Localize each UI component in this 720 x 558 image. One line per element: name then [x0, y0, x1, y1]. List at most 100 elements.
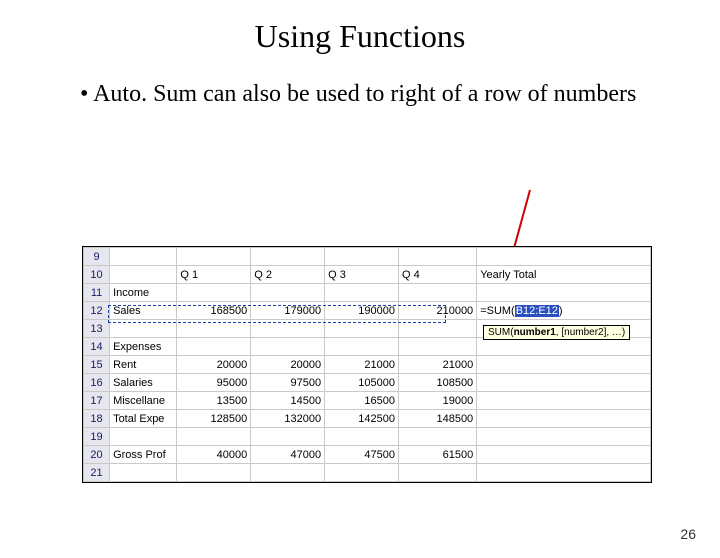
cell[interactable] [325, 320, 399, 338]
cell[interactable]: 20000 [177, 356, 251, 374]
cell-sales-q3[interactable]: 190000 [325, 302, 399, 320]
table-row: 17 Miscellane 13500 14500 16500 19000 [84, 392, 651, 410]
cell[interactable] [325, 284, 399, 302]
cell[interactable]: 148500 [398, 410, 476, 428]
label-misc[interactable]: Miscellane [110, 392, 177, 410]
cell[interactable] [177, 248, 251, 266]
cell[interactable]: 105000 [325, 374, 399, 392]
cell[interactable] [398, 338, 476, 356]
row-header[interactable]: 12 [84, 302, 110, 320]
label-rent[interactable]: Rent [110, 356, 177, 374]
row-header[interactable]: 14 [84, 338, 110, 356]
cell[interactable] [477, 356, 651, 374]
cell[interactable] [398, 464, 476, 482]
spreadsheet-grid[interactable]: 9 10 Q 1 Q 2 Q 3 Q 4 Yearly Total 11 Inc… [83, 247, 651, 482]
cell[interactable] [110, 248, 177, 266]
col-header-q1[interactable]: Q 1 [177, 266, 251, 284]
cell[interactable] [477, 284, 651, 302]
table-row: 9 [84, 248, 651, 266]
table-row: 12 Sales 168500 179000 190000 210000 =SU… [84, 302, 651, 320]
row-header[interactable]: 20 [84, 446, 110, 464]
cell[interactable]: 97500 [251, 374, 325, 392]
cell-sales-q1[interactable]: 168500 [177, 302, 251, 320]
cell[interactable]: 128500 [177, 410, 251, 428]
label-income[interactable]: Income [110, 284, 177, 302]
row-header[interactable]: 21 [84, 464, 110, 482]
row-header[interactable]: 15 [84, 356, 110, 374]
cell[interactable]: 47500 [325, 446, 399, 464]
cell[interactable]: 20000 [251, 356, 325, 374]
cell[interactable] [398, 320, 476, 338]
cell[interactable] [110, 428, 177, 446]
cell[interactable] [177, 338, 251, 356]
cell[interactable]: 16500 [325, 392, 399, 410]
cell[interactable] [325, 248, 399, 266]
cell[interactable] [110, 464, 177, 482]
formula-cell[interactable]: =SUM(B12:E12) [477, 302, 651, 320]
cell[interactable] [477, 410, 651, 428]
col-header-yearly[interactable]: Yearly Total [477, 266, 651, 284]
label-expenses[interactable]: Expenses [110, 338, 177, 356]
label-salaries[interactable]: Salaries [110, 374, 177, 392]
row-header[interactable]: 17 [84, 392, 110, 410]
row-header[interactable]: 9 [84, 248, 110, 266]
label-gross[interactable]: Gross Prof [110, 446, 177, 464]
cell[interactable] [398, 248, 476, 266]
row-header[interactable]: 11 [84, 284, 110, 302]
cell[interactable] [110, 320, 177, 338]
col-header-q3[interactable]: Q 3 [325, 266, 399, 284]
cell[interactable] [177, 284, 251, 302]
cell[interactable]: 14500 [251, 392, 325, 410]
cell[interactable]: 108500 [398, 374, 476, 392]
cell[interactable] [398, 428, 476, 446]
cell[interactable]: 21000 [325, 356, 399, 374]
row-header[interactable]: 19 [84, 428, 110, 446]
cell[interactable]: 142500 [325, 410, 399, 428]
table-row: 18 Total Expe 128500 132000 142500 14850… [84, 410, 651, 428]
cell[interactable]: 61500 [398, 446, 476, 464]
cell[interactable]: 21000 [398, 356, 476, 374]
cell[interactable]: 47000 [251, 446, 325, 464]
cell-sales-q2[interactable]: 179000 [251, 302, 325, 320]
cell[interactable] [477, 338, 651, 356]
cell[interactable] [477, 374, 651, 392]
cell[interactable] [177, 320, 251, 338]
row-header[interactable]: 13 [84, 320, 110, 338]
row-header[interactable]: 18 [84, 410, 110, 428]
cell[interactable] [477, 446, 651, 464]
cell[interactable]: 19000 [398, 392, 476, 410]
table-row: 19 [84, 428, 651, 446]
cell[interactable]: 13500 [177, 392, 251, 410]
col-header-q2[interactable]: Q 2 [251, 266, 325, 284]
row-header[interactable]: 10 [84, 266, 110, 284]
cell[interactable] [325, 464, 399, 482]
cell[interactable] [251, 428, 325, 446]
cell[interactable] [477, 392, 651, 410]
cell[interactable] [477, 464, 651, 482]
cell[interactable] [398, 284, 476, 302]
cell[interactable] [251, 320, 325, 338]
bullet-text: Auto. Sum can also be used to right of a… [80, 79, 660, 109]
cell[interactable] [477, 248, 651, 266]
row-header[interactable]: 16 [84, 374, 110, 392]
cell[interactable]: 132000 [251, 410, 325, 428]
cell[interactable] [177, 428, 251, 446]
cell[interactable]: 40000 [177, 446, 251, 464]
cell[interactable]: 95000 [177, 374, 251, 392]
cell[interactable] [251, 248, 325, 266]
cell[interactable] [110, 266, 177, 284]
col-header-q4[interactable]: Q 4 [398, 266, 476, 284]
cell[interactable] [325, 338, 399, 356]
label-total-exp[interactable]: Total Expe [110, 410, 177, 428]
table-row: 14 Expenses [84, 338, 651, 356]
cell[interactable] [251, 284, 325, 302]
cell[interactable] [251, 338, 325, 356]
cell[interactable] [325, 428, 399, 446]
cell[interactable] [177, 464, 251, 482]
cell-sales-q4[interactable]: 210000 [398, 302, 476, 320]
table-row: 21 [84, 464, 651, 482]
cell[interactable] [477, 428, 651, 446]
table-row: 10 Q 1 Q 2 Q 3 Q 4 Yearly Total [84, 266, 651, 284]
cell[interactable] [251, 464, 325, 482]
label-sales[interactable]: Sales [110, 302, 177, 320]
